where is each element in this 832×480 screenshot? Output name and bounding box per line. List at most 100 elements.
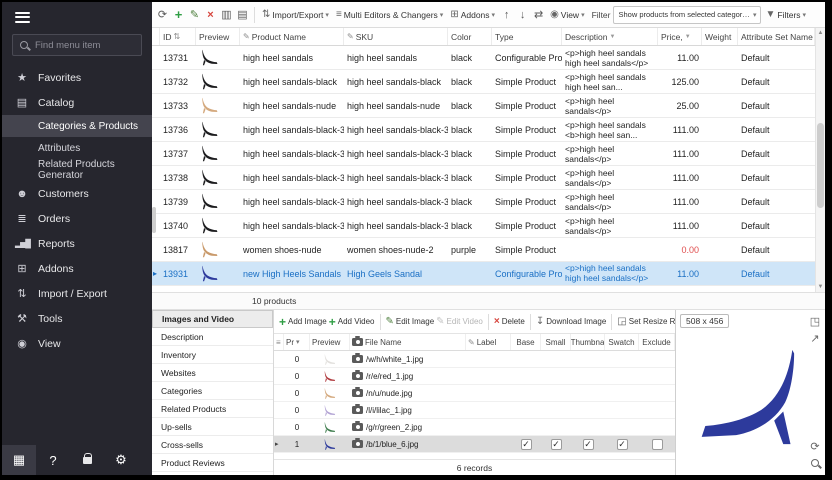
column-header-description[interactable]: Description▼	[562, 28, 658, 45]
checkbox-base[interactable]: ✓	[521, 439, 532, 450]
sidebar-item-favorites[interactable]: ★Favorites	[2, 65, 152, 90]
checkbox-swatch[interactable]: ✓	[617, 439, 628, 450]
sidebar-item-customers[interactable]: ☻Customers	[2, 181, 152, 206]
column-header-weight[interactable]: Weight	[702, 28, 738, 45]
column-header-swatch[interactable]: Swatch	[605, 334, 639, 350]
swap-button[interactable]: ⇄	[531, 6, 546, 24]
product-row[interactable]: 13736high heel sandals-black-36high heel…	[152, 118, 815, 142]
tab-categories[interactable]: Categories	[152, 382, 273, 400]
sort-asc-button[interactable]: ↑	[499, 6, 514, 24]
splitter-handle[interactable]	[152, 207, 156, 233]
paste-button[interactable]: ▤	[235, 6, 250, 24]
tab-up-sells[interactable]: Up-sells	[152, 418, 273, 436]
filters-button[interactable]: ▼Filters▾	[762, 7, 809, 22]
tab-cross-sells[interactable]: Cross-sells	[152, 436, 273, 454]
column-header-id[interactable]: ID⇅	[160, 28, 196, 45]
open-external-icon[interactable]: ↗	[808, 331, 822, 345]
sidebar-item-view[interactable]: ◉View	[2, 331, 152, 356]
delete-button[interactable]: ×Delete	[494, 316, 525, 327]
sidebar-item-orders[interactable]: ≣Orders	[2, 206, 152, 231]
tab-inventory[interactable]: Inventory	[152, 346, 273, 364]
gear-icon[interactable]: ⚙	[104, 445, 138, 475]
tab-websites[interactable]: Websites	[152, 364, 273, 382]
product-row[interactable]: 13740high heel sandals-black-38high heel…	[152, 214, 815, 238]
sidebar-item-import-export[interactable]: ⇅Import / Export	[2, 281, 152, 306]
image-row[interactable]: 0/n/u/nude.jpg	[274, 385, 675, 402]
set-resize-rule-button[interactable]: ◲Set Resize Rule	[617, 316, 675, 327]
sidebar-item-catalog[interactable]: ▤Catalog	[2, 90, 152, 115]
store-icon[interactable]: ▦	[2, 445, 36, 475]
delete-button[interactable]: ×	[203, 6, 218, 24]
column-header-exclude[interactable]: Exclude	[639, 334, 675, 350]
sidebar-item-attributes[interactable]: Attributes	[2, 137, 152, 159]
product-row[interactable]: 13737high heel sandals-black-36high heel…	[152, 142, 815, 166]
column-header-small[interactable]: Small	[541, 334, 571, 350]
column-header-attribute-set-name[interactable]: Attribute Set Name	[738, 28, 815, 45]
scroll-down-icon[interactable]: ▼	[816, 282, 825, 292]
column-header-row-marker[interactable]	[152, 28, 160, 45]
column-header-type[interactable]: Type	[492, 28, 562, 45]
filter-select[interactable]: Show products from selected categories▾	[613, 6, 761, 24]
sidebar-item-related-products-generator[interactable]: Related Products Generator	[2, 159, 152, 181]
add-video-button[interactable]: +Add Video	[329, 315, 375, 329]
checkbox-small[interactable]: ✓	[551, 439, 562, 450]
vertical-scrollbar[interactable]: ▲ ▼	[815, 28, 825, 292]
column-header-base[interactable]: Base	[511, 334, 541, 350]
product-row[interactable]: ▸13931new High Heels SandalsHigh Geels S…	[152, 262, 815, 286]
product-row[interactable]: 13738high heel sandals-black-37high heel…	[152, 166, 815, 190]
checkbox-thumb[interactable]: ✓	[583, 439, 594, 450]
rotate-icon[interactable]: ⟳	[808, 439, 822, 453]
edit-image-button[interactable]: ✎Edit Image	[386, 316, 435, 327]
column-header-price[interactable]: Price,▼	[658, 28, 702, 45]
multi-editors-changers-button[interactable]: ≡Multi Editors & Changers▾	[333, 7, 446, 22]
add-button[interactable]: +	[171, 6, 186, 24]
sidebar-item-reports[interactable]: ▂▅█Reports	[2, 231, 152, 256]
checkbox-exclude[interactable]	[652, 439, 663, 450]
product-row[interactable]: 13739high heel sandals-black-37high heel…	[152, 190, 815, 214]
column-header-preview[interactable]: Preview	[196, 28, 240, 45]
column-header-color[interactable]: Color	[448, 28, 492, 45]
column-header-sku[interactable]: ✎SKU	[344, 28, 448, 45]
image-row[interactable]: ▸1/b/1/blue_6.jpg✓✓✓✓	[274, 436, 675, 453]
zoom-icon[interactable]	[808, 456, 822, 470]
sidebar-item-tools[interactable]: ⚒Tools	[2, 306, 152, 331]
image-row[interactable]: 0/w/h/white_1.jpg	[274, 351, 675, 368]
column-header-label[interactable]: ✎Label	[466, 334, 511, 350]
view-button[interactable]: ◉View▾	[547, 7, 588, 22]
column-header-product-name[interactable]: ✎Product Name	[240, 28, 344, 45]
sidebar-item-categories-products[interactable]: Categories & Products	[2, 115, 152, 137]
scrollbar-thumb[interactable]	[817, 123, 824, 208]
help-icon[interactable]: ?	[36, 445, 70, 475]
sort-desc-button[interactable]: ↓	[515, 6, 530, 24]
download-image-button[interactable]: ↧Download Image	[536, 316, 606, 327]
column-header-file-name[interactable]: File Name	[350, 334, 466, 350]
product-row[interactable]: 13732high heel sandals-blackhigh heel sa…	[152, 70, 815, 94]
add-image-button[interactable]: +Add Image	[279, 315, 327, 329]
scroll-up-icon[interactable]: ▲	[816, 28, 825, 38]
copy-button[interactable]: ▥	[219, 6, 234, 24]
edit-video-button[interactable]: ✎Edit Video	[436, 316, 483, 327]
sidebar-search-input[interactable]: Find menu item	[12, 34, 142, 56]
image-row[interactable]: 0/l/i/lilac_1.jpg	[274, 402, 675, 419]
tab-related-products[interactable]: Related Products	[152, 400, 273, 418]
tab-product-reviews[interactable]: Product Reviews	[152, 454, 273, 472]
product-row[interactable]: 13817women shoes-nudewomen shoes-nude-2p…	[152, 238, 815, 262]
tab-images-and-video[interactable]: Images and Video	[152, 310, 273, 328]
refresh-button[interactable]: ⟳	[155, 6, 170, 24]
image-row[interactable]: 0/g/r/green_2.jpg	[274, 419, 675, 436]
image-row[interactable]: 0/r/e/red_1.jpg	[274, 368, 675, 385]
hamburger-menu-button[interactable]	[2, 2, 152, 32]
edit-button[interactable]: ✎	[187, 6, 202, 24]
addons-button[interactable]: ⊞Addons▾	[447, 7, 498, 22]
sidebar-item-addons[interactable]: ⊞Addons	[2, 256, 152, 281]
product-row[interactable]: 13731high heel sandalshigh heel sandalsb…	[152, 46, 815, 70]
import-export-button[interactable]: ⇅Import/Export▾	[259, 7, 332, 22]
lock-icon[interactable]	[70, 445, 104, 475]
column-header-pr[interactable]: Pr▾	[284, 334, 310, 350]
fullscreen-icon[interactable]: ◳	[808, 314, 822, 328]
column-header-thumbna[interactable]: Thumbna	[571, 334, 605, 350]
column-header-preview[interactable]: Preview	[310, 334, 350, 350]
product-row[interactable]: 13733high heel sandals-nudehigh heel san…	[152, 94, 815, 118]
tab-description[interactable]: Description	[152, 328, 273, 346]
column-header-row-marker[interactable]: ≡	[274, 334, 284, 350]
